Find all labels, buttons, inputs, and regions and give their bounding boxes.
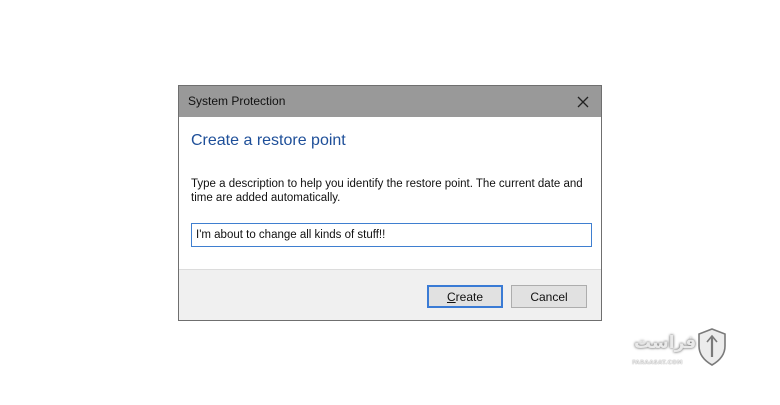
system-protection-dialog: System Protection Create a restore point… [178,85,602,321]
restore-point-description-input[interactable] [191,223,592,247]
title-bar[interactable]: System Protection [179,86,601,117]
window-title: System Protection [188,94,286,108]
description-text: Type a description to help you identify … [191,178,583,204]
dialog-footer: Create Cancel [179,269,601,320]
dialog-heading: Create a restore point [191,132,346,149]
faraasat-watermark: فراست FARAASAT.COM [630,327,730,375]
watermark-subtext: FARAASAT.COM [632,360,683,366]
shield-logo-icon [698,328,726,366]
cancel-button[interactable]: Cancel [511,285,587,308]
dialog-content: Create a restore point Type a descriptio… [179,117,601,269]
close-icon [577,96,589,107]
watermark-text: فراست [634,333,697,353]
create-button[interactable]: Create [427,285,503,308]
screen: System Protection Create a restore point… [0,0,780,405]
create-label-rest: reate [455,289,484,304]
close-button[interactable] [565,86,601,117]
create-accelerator-key: C [446,289,456,304]
